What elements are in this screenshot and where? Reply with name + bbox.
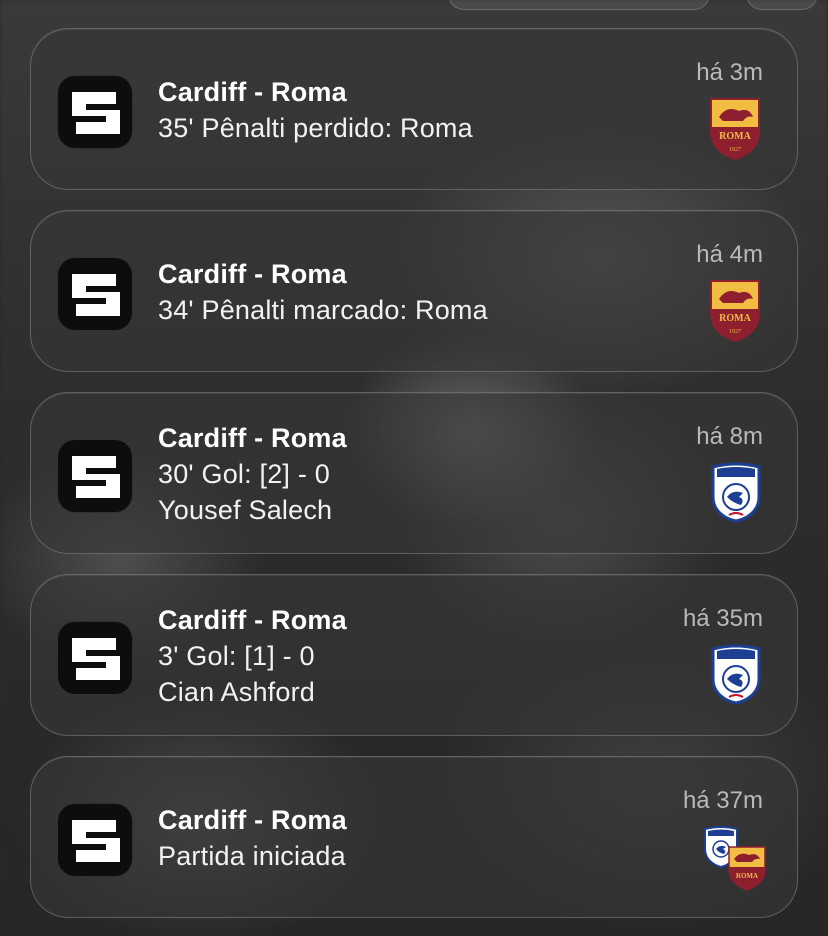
notification-card[interactable]: Cardiff - Roma Partida iniciada há 37m R… [30,756,798,918]
notification-title: Cardiff - Roma [158,259,347,289]
notification-title: Cardiff - Roma [158,423,347,453]
notification-body-line: 34' Pênalti marcado: Roma [158,295,488,325]
cardiff-and-roma-crests-icon: ROMA [703,825,767,896]
notification-body-line: Yousef Salech [158,495,333,525]
previous-notification-stub[interactable] [448,0,710,10]
svg-text:ROMA: ROMA [719,313,751,324]
notification-time: há 37m [682,787,763,814]
app-logo-icon [72,820,120,862]
notification-card[interactable]: Cardiff - Roma 35' Pênalti perdido: Roma… [30,28,798,190]
cardiff-crest-icon [709,643,763,710]
app-icon [57,257,133,331]
notification-body-line: Cian Ashford [158,677,315,707]
notification-card[interactable]: Cardiff - Roma 3' Gol: [1] - 0 Cian Ashf… [30,574,798,736]
notification-time: há 8m [696,423,763,450]
app-logo-icon [72,274,120,316]
notification-title: Cardiff - Roma [158,77,347,107]
notification-card[interactable]: Cardiff - Roma 30' Gol: [2] - 0 Yousef S… [30,392,798,554]
svg-text:1927: 1927 [729,329,741,335]
app-icon [57,439,133,513]
svg-text:ROMA: ROMA [736,872,758,880]
notification-time: há 3m [696,59,763,86]
notification-body-line: 35' Pênalti perdido: Roma [158,113,473,143]
roma-crest-icon: ROMA 1927 [709,97,761,166]
app-logo-icon [72,638,120,680]
cardiff-crest-icon [709,461,763,528]
notification-title: Cardiff - Roma [158,605,347,635]
app-icon [57,621,133,695]
app-icon [57,803,133,877]
notification-body-line: Partida iniciada [158,841,346,871]
notification-time: há 4m [696,241,763,268]
notification-time: há 35m [682,605,763,632]
svg-text:1927: 1927 [729,147,741,153]
notification-title: Cardiff - Roma [158,805,347,835]
app-logo-icon [72,92,120,134]
svg-text:ROMA: ROMA [719,131,751,142]
roma-crest-icon: ROMA 1927 [709,279,761,348]
notification-body-line: 30' Gol: [2] - 0 [158,459,330,489]
notification-body-line: 3' Gol: [1] - 0 [158,641,315,671]
app-icon [57,75,133,149]
app-logo-icon [72,456,120,498]
notification-card[interactable]: Cardiff - Roma 34' Pênalti marcado: Roma… [30,210,798,372]
previous-notification-stub-right[interactable] [746,0,818,10]
